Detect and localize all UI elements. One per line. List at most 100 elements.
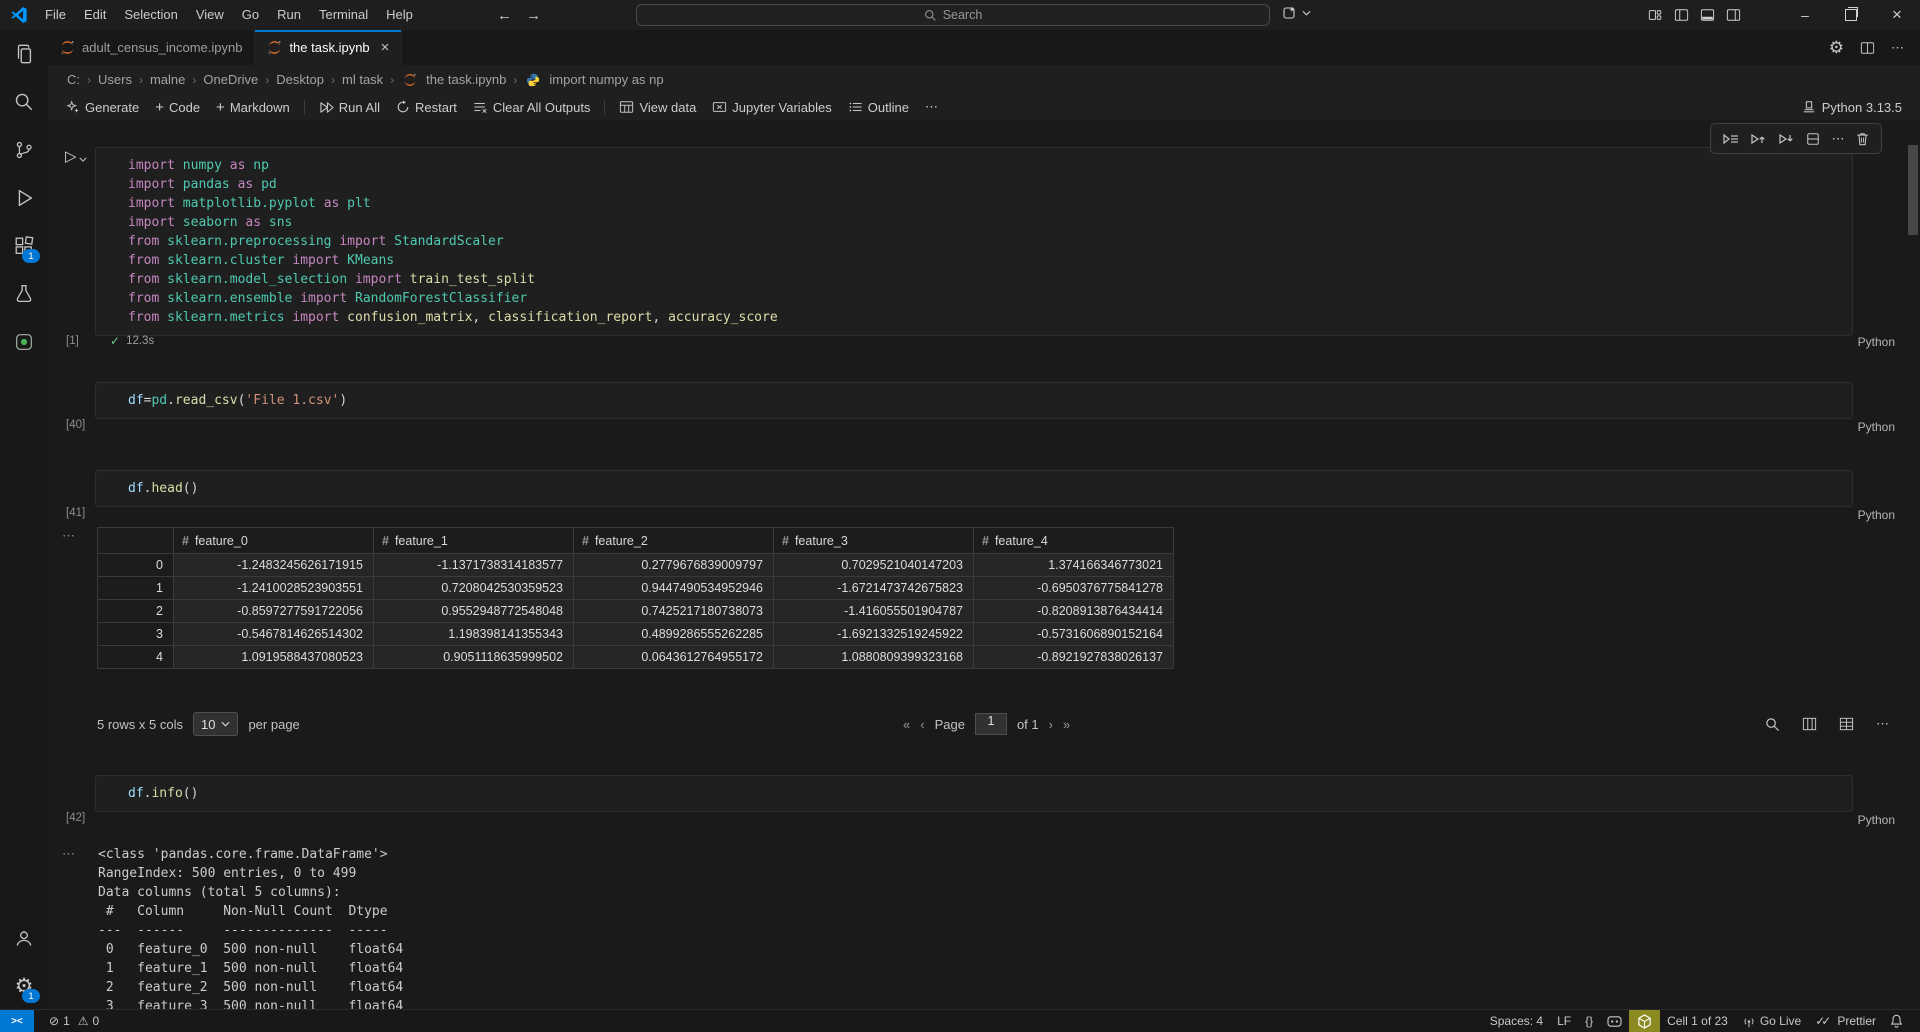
cell-language[interactable]: Python	[1858, 420, 1895, 434]
menu-view[interactable]: View	[187, 0, 233, 30]
breadcrumb-item[interactable]: C:	[64, 72, 83, 87]
table-more-actions-icon[interactable]: ⋯	[1876, 716, 1889, 732]
code-line[interactable]: df.head()	[128, 479, 1852, 498]
nav-back-icon[interactable]: ←	[497, 7, 512, 24]
breadcrumb-item[interactable]: malne	[147, 72, 188, 87]
code-line[interactable]: from sklearn.cluster import KMeans	[128, 251, 1852, 270]
prev-page-icon[interactable]: ‹	[920, 717, 924, 732]
notebook-scrollbar[interactable]	[1908, 145, 1918, 235]
notebook-settings-icon[interactable]: ⚙	[1829, 39, 1844, 56]
code-editor[interactable]: df=pd.read_csv('File 1.csv')	[96, 383, 1852, 418]
add-code-cell-button[interactable]: + Code	[147, 97, 208, 118]
grid-view-icon[interactable]	[1839, 717, 1854, 731]
breadcrumb-item[interactable]: Users	[95, 72, 135, 87]
table-column-header[interactable]: #feature_2	[574, 528, 774, 554]
run-above-icon[interactable]	[1750, 132, 1766, 146]
run-cell-button[interactable]: ▷	[65, 149, 87, 164]
menu-edit[interactable]: Edit	[75, 0, 115, 30]
sidebar-item-run-debug[interactable]	[0, 174, 48, 222]
remote-indicator[interactable]: ><	[0, 1010, 34, 1032]
menu-terminal[interactable]: Terminal	[310, 0, 377, 30]
jupyter-variables-button[interactable]: Jupyter Variables	[704, 98, 839, 117]
toolbar-more-button[interactable]: ⋯	[917, 97, 946, 117]
table-column-header[interactable]: #feature_3	[774, 528, 974, 554]
outline-button[interactable]: Outline	[840, 98, 917, 117]
cell-language[interactable]: Python	[1858, 335, 1895, 349]
toggle-sidebar-icon[interactable]	[1674, 8, 1689, 22]
code-editor[interactable]: df.head()	[96, 471, 1852, 506]
column-settings-icon[interactable]	[1802, 717, 1817, 731]
cell-language[interactable]: Python	[1858, 813, 1895, 827]
sidebar-item-search[interactable]	[0, 78, 48, 126]
generate-button[interactable]: Generate	[58, 98, 147, 117]
settings-button[interactable]: ⚙ 1	[0, 962, 48, 1010]
first-page-icon[interactable]: «	[903, 717, 910, 732]
language-mode-indicator[interactable]: {}	[1578, 1010, 1600, 1032]
add-markdown-cell-button[interactable]: + Markdown	[208, 97, 298, 118]
code-line[interactable]: import numpy as np	[128, 156, 1852, 175]
sidebar-item-explorer[interactable]	[0, 30, 48, 78]
menu-selection[interactable]: Selection	[115, 0, 186, 30]
code-cell-3[interactable]: df.head()	[95, 470, 1853, 507]
command-search-box[interactable]: Search	[636, 4, 1270, 26]
menu-file[interactable]: File	[36, 0, 75, 30]
restart-button[interactable]: Restart	[388, 98, 465, 117]
split-editor-icon[interactable]	[1860, 41, 1875, 55]
tab-the-task[interactable]: the task.ipynb ×	[255, 30, 402, 65]
minimize-button[interactable]: –	[1782, 0, 1828, 30]
output-collapse-icon[interactable]: ⋯	[62, 846, 76, 862]
go-live-button[interactable]: Go Live	[1735, 1010, 1808, 1032]
filter-search-icon[interactable]	[1765, 717, 1780, 732]
view-data-button[interactable]: View data	[611, 98, 704, 117]
code-line[interactable]: import pandas as pd	[128, 175, 1852, 194]
code-editor[interactable]: import numpy as npimport pandas as pdimp…	[96, 148, 1852, 335]
code-line[interactable]: df=pd.read_csv('File 1.csv')	[128, 391, 1852, 410]
table-column-header[interactable]: #feature_0	[174, 528, 374, 554]
toggle-panel-icon[interactable]	[1700, 8, 1715, 22]
page-number-input[interactable]: 1	[975, 713, 1007, 735]
run-by-line-icon[interactable]	[1723, 132, 1739, 146]
breadcrumb-file[interactable]: the task.ipynb	[423, 72, 509, 87]
sidebar-item-source-control[interactable]	[0, 126, 48, 174]
code-editor[interactable]: df.info()	[96, 776, 1852, 811]
sidebar-item-extensions[interactable]: 1	[0, 222, 48, 270]
last-page-icon[interactable]: »	[1063, 717, 1070, 732]
problems-indicator[interactable]: ⊘ 1 ⚠ 0	[42, 1010, 106, 1032]
close-window-button[interactable]: ×	[1874, 0, 1920, 30]
code-line[interactable]: df.info()	[128, 784, 1852, 803]
cell-more-actions-icon[interactable]: ⋯	[1832, 131, 1845, 147]
table-column-header[interactable]: #feature_1	[374, 528, 574, 554]
code-line[interactable]: import matplotlib.pyplot as plt	[128, 194, 1852, 213]
indentation-indicator[interactable]: Spaces: 4	[1483, 1010, 1550, 1032]
breadcrumb-item[interactable]: OneDrive	[200, 72, 261, 87]
code-cell-1[interactable]: import numpy as npimport pandas as pdimp…	[95, 147, 1853, 336]
next-page-icon[interactable]: ›	[1049, 717, 1053, 732]
menu-go[interactable]: Go	[233, 0, 268, 30]
menu-run[interactable]: Run	[268, 0, 310, 30]
page-size-select[interactable]: 10	[193, 712, 238, 736]
kernel-picker[interactable]: Python 3.13.5	[1802, 94, 1902, 120]
run-all-button[interactable]: Run All	[311, 98, 388, 117]
customize-layout-icon[interactable]	[1648, 8, 1663, 22]
run-below-icon[interactable]	[1778, 132, 1794, 146]
code-line[interactable]: from sklearn.metrics import confusion_ma…	[128, 308, 1852, 327]
breadcrumb-item[interactable]: ml task	[339, 72, 386, 87]
tab-close-icon[interactable]: ×	[381, 39, 390, 56]
extension-status-button[interactable]	[1629, 1010, 1660, 1032]
split-cell-icon[interactable]	[1806, 132, 1820, 146]
cell-indicator[interactable]: Cell 1 of 23	[1660, 1010, 1735, 1032]
delete-cell-icon[interactable]	[1856, 132, 1869, 146]
eol-indicator[interactable]: LF	[1550, 1010, 1578, 1032]
sidebar-item-testing[interactable]	[0, 270, 48, 318]
code-line[interactable]: from sklearn.model_selection import trai…	[128, 270, 1852, 289]
breadcrumb-symbol[interactable]: import numpy as np	[546, 72, 666, 87]
copilot-menu-button[interactable]	[1282, 5, 1311, 21]
toggle-secondary-sidebar-icon[interactable]	[1726, 8, 1741, 22]
code-line[interactable]: from sklearn.preprocessing import Standa…	[128, 232, 1852, 251]
tab-adult-census-income[interactable]: adult_census_income.ipynb	[48, 30, 255, 65]
copilot-status[interactable]	[1600, 1010, 1629, 1032]
code-cell-2[interactable]: df=pd.read_csv('File 1.csv')	[95, 382, 1853, 419]
nav-forward-icon[interactable]: →	[526, 7, 541, 24]
notifications-button[interactable]	[1883, 1010, 1910, 1032]
sidebar-item-extension-extra[interactable]	[0, 318, 48, 366]
